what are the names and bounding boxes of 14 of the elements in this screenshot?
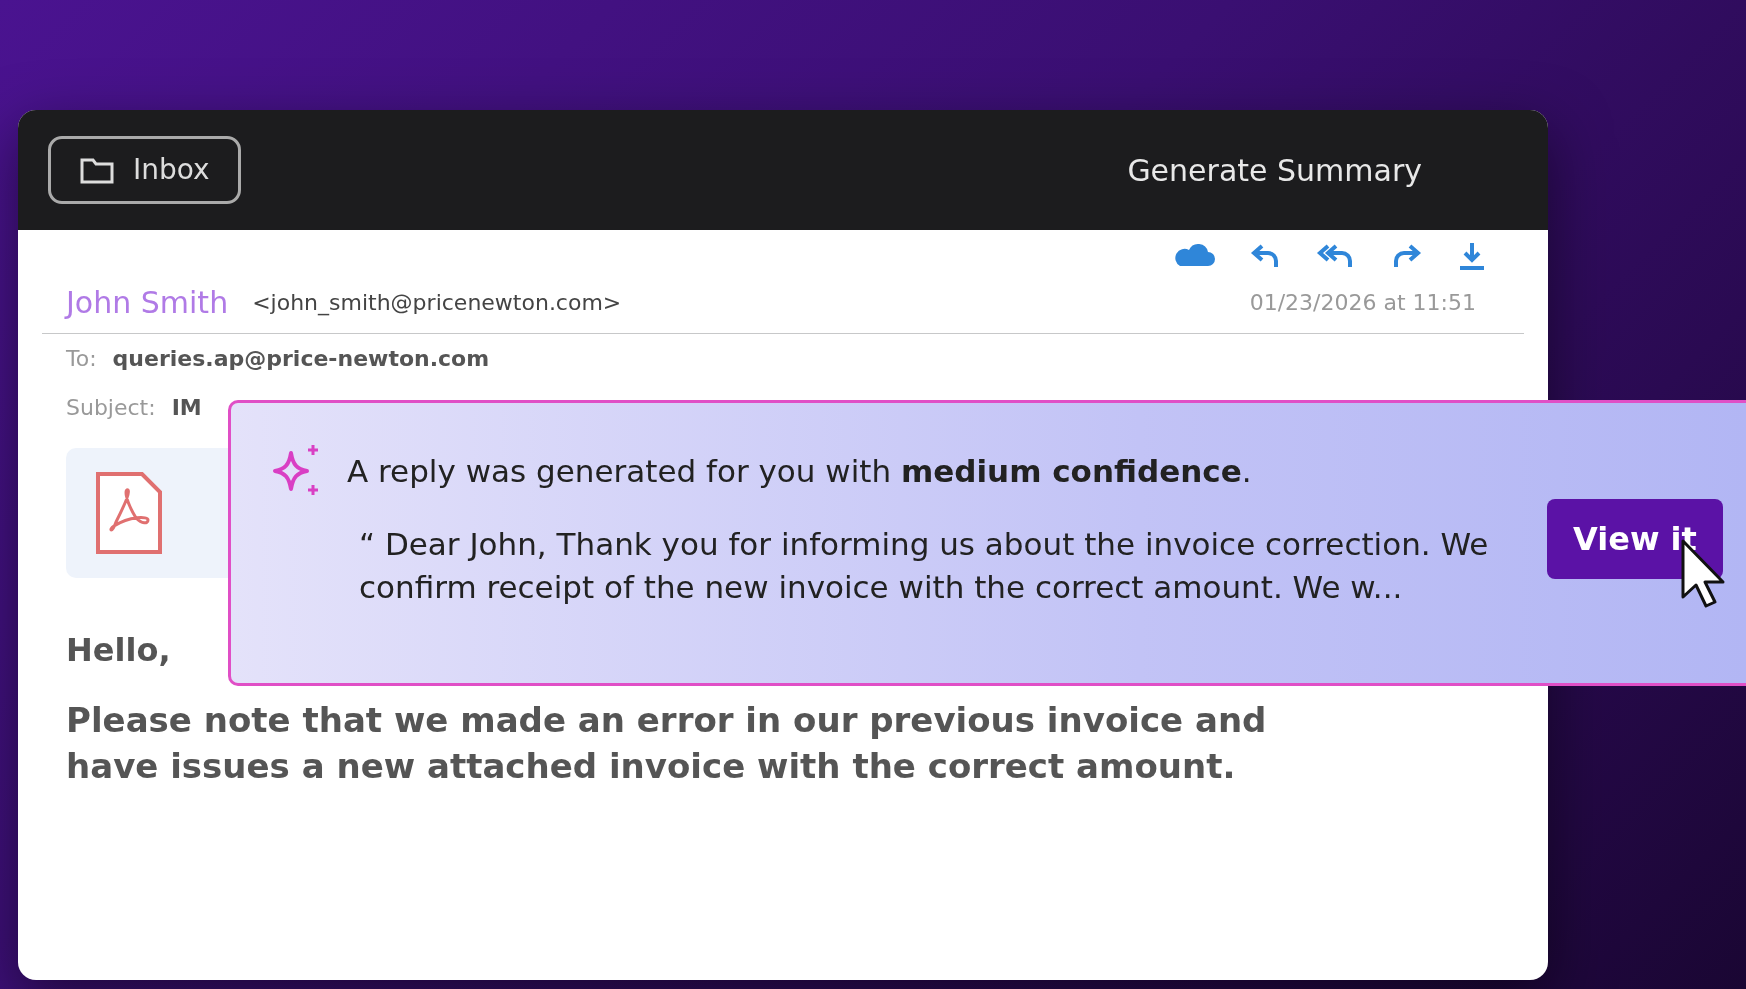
greeting-text: Hello, (66, 630, 172, 671)
sender-address: <john_smith@pricenewton.com> (252, 289, 622, 318)
email-body-text: Please note that we made an error in our previous invoice and have issues a new attached invoice with the correct amount. (66, 699, 1268, 788)
sender-name: John Smith (66, 284, 229, 322)
generate-summary-button[interactable]: Generate Summary (1121, 146, 1428, 194)
email-date: 01/23/2026 at 11:51 (1249, 289, 1476, 317)
inbox-button[interactable]: Inbox (48, 136, 241, 204)
notification-message: A reply was generated for you with medium confidence. (347, 451, 1252, 491)
reply-preview-text: “ Dear John, Thank you for informing us about the invoice correction. We confirm receipt of the new invoice with the correct amount. We w... (359, 525, 1490, 608)
to-label: To: (66, 345, 97, 373)
subject-text: IM (171, 394, 202, 422)
subject-label: Subject: (66, 394, 156, 422)
recipient-address: queries.ap@price-newton.com (112, 345, 490, 373)
pdf-file-icon (94, 470, 164, 556)
